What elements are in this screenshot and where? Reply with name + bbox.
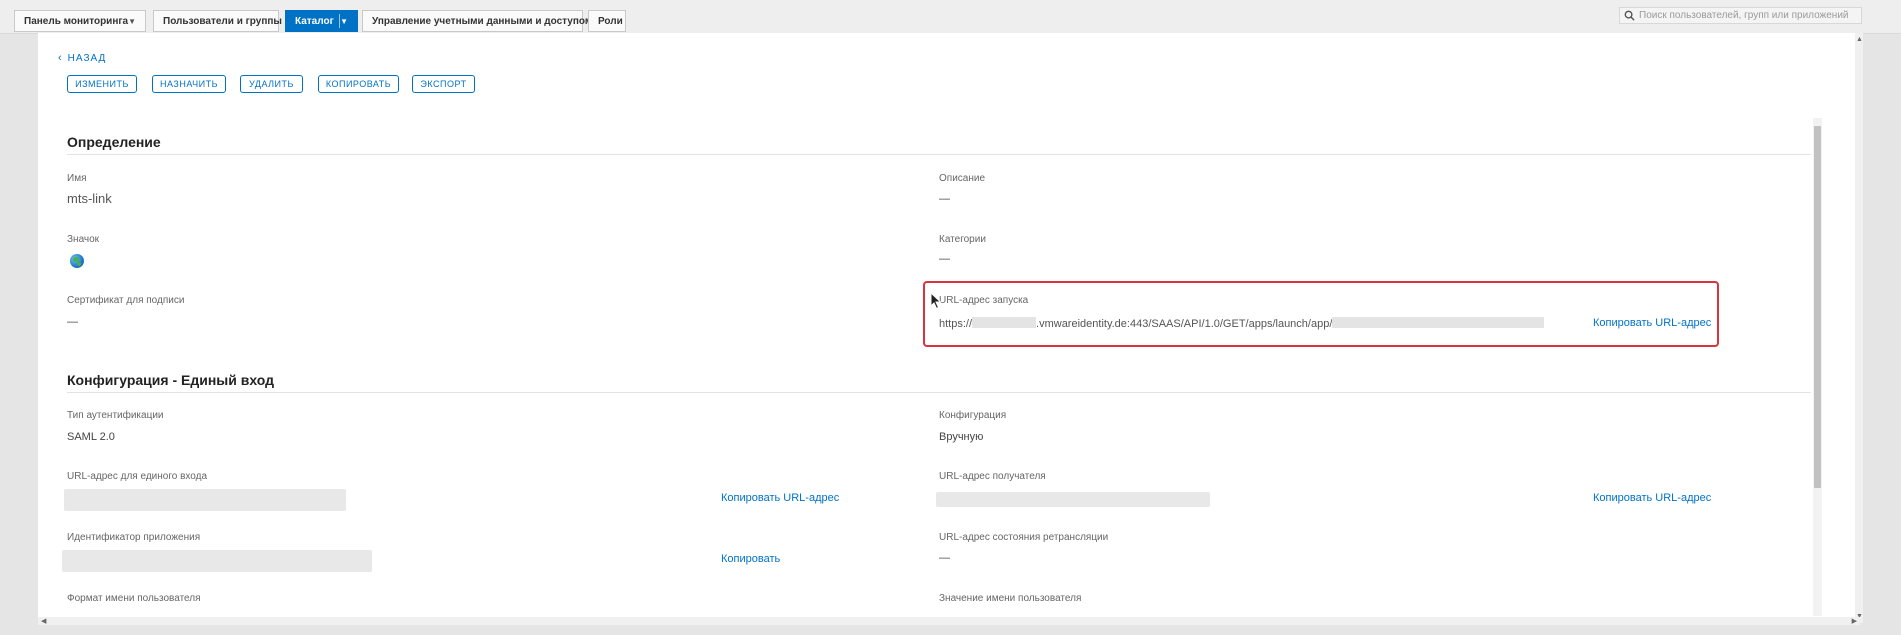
configuration-value: Вручную <box>939 431 984 443</box>
redacted-field <box>936 492 1210 507</box>
inner-vertical-scrollbar[interactable] <box>1813 118 1822 616</box>
relay-state-url-value: — <box>939 552 950 564</box>
edit-button[interactable]: ИЗМЕНИТЬ <box>67 75 137 93</box>
redacted-text <box>1332 317 1545 328</box>
chevron-down-icon[interactable]: ▼ <box>128 17 136 26</box>
horizontal-scrollbar[interactable]: ◀ ▶ <box>38 617 1860 625</box>
outer-vertical-scrollbar[interactable]: ▲ ▼ <box>1855 33 1863 623</box>
assign-button[interactable]: НАЗНАЧИТЬ <box>152 75 226 93</box>
launch-url-prefix: https:// <box>939 318 973 330</box>
username-format-label: Формат имени пользователя <box>67 593 201 604</box>
app-id-label: Идентификатор приложения <box>67 532 201 543</box>
chevron-down-icon[interactable]: ▼ <box>340 17 348 26</box>
delete-button[interactable]: УДАЛИТЬ <box>240 75 303 93</box>
back-link[interactable]: ‹ НАЗАД <box>58 52 106 64</box>
scroll-right-arrow-icon[interactable]: ▶ <box>1852 617 1857 625</box>
copy-app-id-link[interactable]: Копировать <box>721 553 780 565</box>
definition-title: Определение <box>67 134 161 150</box>
top-navigation-bar: Панель мониторинга ▼ Пользователи и груп… <box>0 0 1901 34</box>
back-link-label: НАЗАД <box>67 52 107 64</box>
tab-roles[interactable]: Роли <box>588 10 626 32</box>
tab-dashboard-label: Панель мониторинга <box>24 15 129 27</box>
redacted-field <box>62 550 372 572</box>
scrollbar-thumb[interactable] <box>1814 126 1821 488</box>
categories-value: — <box>939 253 950 265</box>
copy-button[interactable]: КОПИРОВАТЬ <box>318 75 399 93</box>
sso-url-label: URL-адрес для единого входа <box>67 471 208 482</box>
globe-icon <box>70 254 84 268</box>
tab-catalog-label: Каталог <box>295 15 334 27</box>
tab-dashboard[interactable]: Панель мониторинга ▼ <box>14 10 146 32</box>
chevron-left-icon: ‹ <box>58 52 63 64</box>
relay-state-url-label: URL-адрес состояния ретрансляции <box>939 532 1109 543</box>
name-value: mts-link <box>67 191 112 206</box>
tab-divider <box>339 14 340 28</box>
configuration-label: Конфигурация <box>939 410 1007 421</box>
search-icon <box>1624 10 1635 21</box>
tab-identity-access-management-label: Управление учетными данными и доступом <box>372 15 593 27</box>
launch-url-label: URL-адрес запуска <box>939 295 1029 306</box>
auth-type-label: Тип аутентификации <box>67 410 164 421</box>
launch-url-value: https:// .vmwareidentity.de:443/SAAS/API/… <box>939 317 1545 330</box>
signing-certificate-value: — <box>67 316 78 328</box>
export-button[interactable]: ЭКСПОРТ <box>412 75 475 93</box>
recipient-url-label: URL-адрес получателя <box>939 471 1046 482</box>
tab-users-groups[interactable]: Пользователи и группы <box>153 10 282 32</box>
redacted-field <box>64 489 346 511</box>
search-input[interactable] <box>1635 10 1854 21</box>
scroll-left-arrow-icon[interactable]: ◀ <box>41 617 46 625</box>
launch-url-middle: .vmwareidentity.de:443/SAAS/API/1.0/GET/… <box>1036 318 1333 330</box>
username-value-label: Значение имени пользователя <box>939 593 1082 604</box>
copy-recipient-url-link[interactable]: Копировать URL-адрес <box>1593 492 1711 504</box>
redacted-text <box>972 317 1037 328</box>
signing-certificate-label: Сертификат для подписи <box>67 295 185 306</box>
mouse-pointer-icon <box>930 292 942 310</box>
categories-label: Категории <box>939 234 986 245</box>
tab-roles-label: Роли <box>598 15 623 27</box>
tab-identity-access-management[interactable]: Управление учетными данными и доступом <box>362 10 592 32</box>
scroll-up-arrow-icon[interactable]: ▲ <box>1856 36 1863 43</box>
auth-type-value: SAML 2.0 <box>67 431 115 443</box>
copy-launch-url-link[interactable]: Копировать URL-адрес <box>1593 317 1711 329</box>
section-divider <box>67 154 1811 155</box>
tab-catalog[interactable]: Каталог ▼ <box>285 10 358 32</box>
icon-label: Значок <box>67 234 100 245</box>
global-search[interactable] <box>1619 7 1862 24</box>
copy-sso-url-link[interactable]: Копировать URL-адрес <box>721 492 839 504</box>
configuration-title: Конфигурация - Единый вход <box>67 372 275 388</box>
name-label: Имя <box>67 173 87 184</box>
description-value: — <box>939 193 950 205</box>
description-label: Описание <box>939 173 986 184</box>
section-divider <box>67 392 1811 393</box>
tab-users-groups-label: Пользователи и группы <box>163 15 282 27</box>
launch-url-highlight <box>923 281 1719 347</box>
